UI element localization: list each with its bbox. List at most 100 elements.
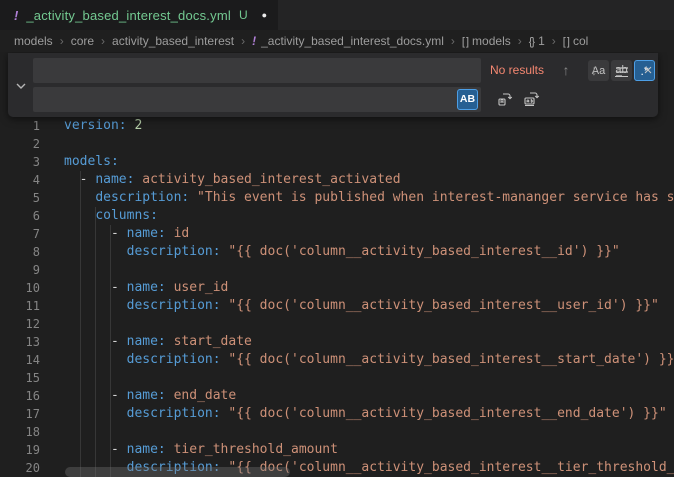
- code-token: description:: [95, 190, 189, 205]
- line-number: 6: [0, 207, 40, 225]
- code-token: -: [64, 334, 127, 349]
- breadcrumb-item[interactable]: [ ]col: [563, 34, 589, 48]
- breadcrumb-label: 1: [538, 34, 545, 48]
- code-line[interactable]: 15: [0, 369, 674, 387]
- code-line[interactable]: 10 - name: user_id: [0, 279, 674, 297]
- line-number: 14: [0, 351, 40, 369]
- breadcrumb-label: models: [472, 34, 511, 48]
- line-number: 19: [0, 441, 40, 459]
- code-token: [64, 244, 127, 259]
- breadcrumb-item[interactable]: activity_based_interest: [112, 34, 234, 48]
- code-token: -: [64, 280, 127, 295]
- code-token: name:: [127, 280, 166, 295]
- code-token: description:: [127, 352, 221, 367]
- code-text: - name: user_id: [40, 279, 228, 297]
- line-number: 18: [0, 423, 40, 441]
- line-number: 8: [0, 243, 40, 261]
- breadcrumb-item[interactable]: {} 1: [529, 34, 545, 48]
- code-token: models:: [64, 154, 119, 169]
- line-number: 10: [0, 279, 40, 297]
- code-line[interactable]: 19 - name: tier_threshold_amount: [0, 441, 674, 459]
- code-text: [40, 135, 64, 153]
- tab-active[interactable]: ! _activity_based_interest_docs.yml U ●: [0, 0, 278, 30]
- code-text: version: 2: [40, 117, 142, 135]
- breadcrumb-item[interactable]: [ ]models: [462, 34, 511, 48]
- code-text: description: "{{ doc('column__activity_b…: [40, 297, 659, 315]
- git-status-badge: U: [239, 8, 248, 22]
- code-token: start_date: [166, 334, 252, 349]
- breadcrumb: models › core › activity_based_interest › !_ac…: [0, 30, 674, 52]
- code-token: id: [166, 226, 189, 241]
- line-number: 7: [0, 225, 40, 243]
- code-line[interactable]: 11 description: "{{ doc('column__activit…: [0, 297, 674, 315]
- code-token: [64, 352, 127, 367]
- code-line[interactable]: 5 description: "This event is published …: [0, 189, 674, 207]
- close-find-widget-button[interactable]: ×: [637, 59, 659, 81]
- code-text: [40, 261, 64, 279]
- code-token: -: [64, 226, 127, 241]
- code-token: user_id: [166, 280, 229, 295]
- code-token: name:: [127, 442, 166, 457]
- code-line[interactable]: 16 - name: end_date: [0, 387, 674, 405]
- find-input[interactable]: \s{6}- name: (.*)\n description: "": [33, 58, 481, 83]
- code-line[interactable]: 1version: 2: [0, 117, 674, 135]
- code-line[interactable]: 12: [0, 315, 674, 333]
- code-token: -: [64, 172, 95, 187]
- horizontal-scrollbar-thumb[interactable]: [65, 467, 290, 477]
- code-text: - name: tier_threshold_amount: [40, 441, 338, 459]
- find-previous-button[interactable]: ↑: [555, 59, 577, 81]
- code-token: description:: [127, 298, 221, 313]
- replace-all-button[interactable]: [520, 88, 542, 110]
- unsaved-dot-icon[interactable]: ●: [262, 10, 267, 20]
- code-token: version:: [64, 118, 127, 133]
- code-token: "{{ doc('column__activity_based_interest…: [221, 352, 674, 367]
- code-token: [64, 406, 127, 421]
- code-text: [40, 423, 64, 441]
- line-number: 13: [0, 333, 40, 351]
- code-token: -: [64, 442, 127, 457]
- code-line[interactable]: 17 description: "{{ doc('column__activit…: [0, 405, 674, 423]
- preserve-case-button[interactable]: AB: [457, 89, 478, 110]
- line-number: 9: [0, 261, 40, 279]
- find-next-button[interactable]: ↓: [583, 59, 605, 81]
- code-line[interactable]: 9: [0, 261, 674, 279]
- code-line[interactable]: 8 description: "{{ doc('column__activity…: [0, 243, 674, 261]
- breadcrumb-item[interactable]: !_activity_based_interest_docs.yml: [252, 34, 444, 48]
- yaml-file-icon: !: [14, 8, 18, 23]
- editor[interactable]: 1version: 223 models: 4 - name: activity_b…: [0, 52, 674, 477]
- line-number: 4: [0, 171, 40, 189]
- breadcrumb-label: models: [14, 34, 53, 48]
- code-line[interactable]: 14 description: "{{ doc('column__activit…: [0, 351, 674, 369]
- chevron-right-icon: ›: [101, 34, 105, 48]
- code-line[interactable]: 18: [0, 423, 674, 441]
- code-line[interactable]: 13 - name: start_date: [0, 333, 674, 351]
- chevron-right-icon: ›: [518, 34, 522, 48]
- code-token: [64, 190, 95, 205]
- code-text: models:: [40, 153, 119, 171]
- line-number: 12: [0, 315, 40, 333]
- breadcrumb-item[interactable]: core: [71, 34, 94, 48]
- symbol-object-icon: {}: [529, 36, 534, 48]
- code-token: description:: [127, 406, 221, 421]
- line-number: 16: [0, 387, 40, 405]
- code-token: name:: [127, 226, 166, 241]
- breadcrumb-item[interactable]: models: [14, 34, 53, 48]
- toggle-replace-chevron-icon[interactable]: [13, 78, 29, 94]
- replace-input[interactable]: - name: $1\n description: "{{ doc('colum…: [33, 87, 481, 112]
- code-text: description: "{{ doc('column__activity_b…: [40, 243, 620, 261]
- code-line[interactable]: 4 - name: activity_based_interest_activa…: [0, 171, 674, 189]
- replace-button[interactable]: [494, 88, 516, 110]
- code-line[interactable]: 2: [0, 135, 674, 153]
- find-replace-widget: \s{6}- name: (.*)\n description: "" Aa a…: [8, 53, 658, 117]
- code-line[interactable]: 7 - name: id: [0, 225, 674, 243]
- code-text: [40, 369, 64, 387]
- line-number: 3: [0, 153, 40, 171]
- breadcrumb-label: core: [71, 34, 94, 48]
- chevron-right-icon: ›: [552, 34, 556, 48]
- code-token: [64, 298, 127, 313]
- code-line[interactable]: 3 models:: [0, 153, 674, 171]
- line-number: 20: [0, 459, 40, 477]
- line-number: 17: [0, 405, 40, 423]
- code-line[interactable]: 6 columns:: [0, 207, 674, 225]
- find-in-selection-button[interactable]: [611, 59, 633, 81]
